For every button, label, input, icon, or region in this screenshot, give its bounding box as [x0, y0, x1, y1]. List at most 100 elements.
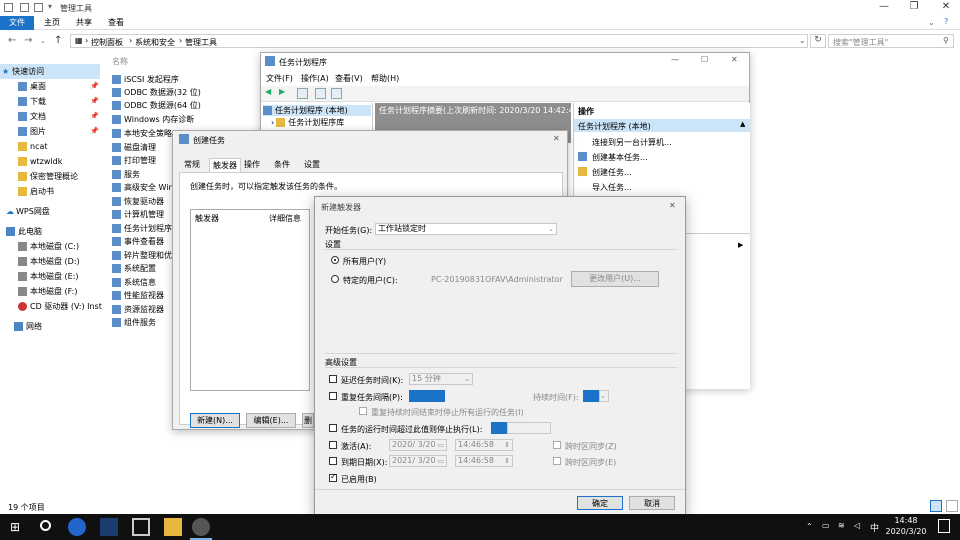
- delay-checkbox[interactable]: [329, 375, 337, 383]
- list-item[interactable]: 磁盘清理: [112, 141, 156, 154]
- nav-documents[interactable]: 文档: [18, 109, 46, 124]
- recent-icon[interactable]: ⌄: [40, 37, 46, 45]
- nav-drive-f[interactable]: 本地磁盘 (F:): [18, 284, 77, 299]
- search-input[interactable]: 搜索"管理工具" ⚲: [828, 34, 954, 48]
- menu-help[interactable]: 帮助(H): [371, 73, 399, 84]
- new-trigger-button[interactable]: 新建(N)...: [190, 413, 240, 428]
- list-item[interactable]: 计算机管理: [112, 208, 164, 221]
- duration-select[interactable]: [583, 390, 599, 402]
- list-item[interactable]: 资源监视器: [112, 303, 164, 316]
- nav-cd-drive[interactable]: CD 驱动器 (V:) Inst: [18, 299, 102, 314]
- list-item[interactable]: ODBC 数据源(32 位): [112, 86, 201, 99]
- nav-downloads[interactable]: 下载: [18, 94, 46, 109]
- ok-button[interactable]: 确定: [577, 496, 623, 510]
- browser-icon[interactable]: [68, 518, 86, 536]
- nav-ncat[interactable]: ncat: [18, 139, 48, 154]
- breadcrumb-system-security[interactable]: 系统和安全: [135, 37, 175, 48]
- list-item[interactable]: 服务: [112, 168, 140, 181]
- minimize-icon[interactable]: —: [671, 55, 679, 64]
- sync-checkbox-2[interactable]: [553, 457, 561, 465]
- nav-drive-e[interactable]: 本地磁盘 (E:): [18, 269, 79, 284]
- list-item[interactable]: 系统配置: [112, 262, 156, 275]
- action-create-basic[interactable]: 创建基本任务...: [592, 152, 648, 163]
- duration-dropdown[interactable]: ⌄: [599, 390, 609, 402]
- stop-all-checkbox[interactable]: [359, 407, 367, 415]
- nav-folder-3[interactable]: 保密管理概论: [18, 169, 78, 184]
- tree-item-local[interactable]: 任务计划程序 (本地): [263, 105, 371, 116]
- list-item[interactable]: 组件服务: [112, 316, 156, 329]
- address-bar[interactable]: ▦ › 控制面板 › 系统和安全 › 管理工具 ⌄: [70, 34, 808, 48]
- list-item[interactable]: 碎片整理和优化: [112, 249, 180, 262]
- action-import[interactable]: 导入任务...: [592, 182, 632, 193]
- col-trigger[interactable]: 触发器: [195, 213, 219, 224]
- tab-conditions[interactable]: 条件: [271, 158, 293, 172]
- ribbon-expand-icon[interactable]: ⌄: [928, 18, 935, 27]
- windows-start-icon[interactable]: ⊞: [10, 520, 20, 534]
- close-icon[interactable]: ✕: [669, 201, 676, 210]
- enabled-checkbox[interactable]: [329, 472, 337, 482]
- activate-date[interactable]: 2020/ 3/20 ▭: [389, 439, 447, 451]
- repeat-interval-select[interactable]: [409, 390, 445, 402]
- qat-dropdown-icon[interactable]: ▾: [48, 2, 52, 11]
- tab-file[interactable]: 文件: [0, 16, 34, 30]
- clock-time[interactable]: 14:48: [888, 516, 924, 525]
- tree-item-library[interactable]: › 任务计划程序库: [271, 117, 344, 128]
- expire-time[interactable]: 14:46:58 ⇕: [455, 455, 513, 467]
- activate-time[interactable]: 14:46:58 ⇕: [455, 439, 513, 451]
- cortana-icon[interactable]: [40, 520, 51, 531]
- menu-view[interactable]: 查看(V): [335, 73, 363, 84]
- tab-home[interactable]: 主页: [38, 16, 66, 30]
- help-icon[interactable]: [315, 88, 326, 99]
- network-tray-icon[interactable]: ▭: [822, 521, 830, 530]
- specific-user-radio[interactable]: [331, 275, 339, 283]
- list-item[interactable]: 系统信息: [112, 276, 156, 289]
- sync-checkbox[interactable]: [553, 441, 561, 449]
- maximize-icon[interactable]: ☐: [701, 55, 708, 64]
- list-item[interactable]: 性能监视器: [112, 289, 164, 302]
- nav-network[interactable]: 网络: [14, 319, 42, 334]
- expire-checkbox[interactable]: [329, 457, 337, 465]
- help-icon[interactable]: ?: [944, 17, 948, 26]
- chevron-right-icon[interactable]: ▶: [738, 241, 743, 249]
- nav-quick-access[interactable]: ★ 快速访问: [0, 64, 100, 79]
- action-connect[interactable]: 连接到另一台计算机...: [592, 137, 672, 148]
- stop-if-select[interactable]: [491, 422, 507, 434]
- minimize-icon[interactable]: —: [872, 1, 896, 15]
- list-item[interactable]: Windows 内存诊断: [112, 113, 194, 126]
- back-icon[interactable]: ←: [8, 35, 16, 46]
- col-detail[interactable]: 详细信息: [269, 213, 301, 224]
- tab-general[interactable]: 常规: [181, 158, 203, 172]
- action-create-task[interactable]: 创建任务...: [592, 167, 632, 178]
- clock-date[interactable]: 2020/3/20: [882, 527, 930, 536]
- volume-icon[interactable]: ◁: [854, 521, 860, 530]
- list-item[interactable]: 高级安全 Wind: [112, 181, 179, 194]
- up-icon[interactable]: ↑: [54, 35, 62, 46]
- any-user-radio[interactable]: [331, 256, 339, 264]
- breadcrumb-admin-tools[interactable]: 管理工具: [185, 37, 217, 48]
- delete-trigger-button[interactable]: 删: [302, 413, 314, 428]
- tab-share[interactable]: 共享: [70, 16, 98, 30]
- list-item[interactable]: ODBC 数据源(64 位): [112, 99, 201, 112]
- back-icon[interactable]: ◀: [265, 87, 271, 96]
- nav-wps-drive[interactable]: ☁ WPS网盘: [6, 204, 50, 219]
- properties-icon[interactable]: [20, 3, 29, 12]
- nav-wtzwldk[interactable]: wtzwldk: [18, 154, 62, 169]
- forward-icon[interactable]: ▶: [279, 87, 285, 96]
- list-item[interactable]: 本地安全策略: [112, 127, 172, 140]
- refresh-icon[interactable]: ↻: [810, 34, 826, 48]
- chevron-up-icon[interactable]: ⌃: [806, 522, 813, 531]
- console-tree-icon[interactable]: [297, 88, 308, 99]
- menu-file[interactable]: 文件(F): [266, 73, 293, 84]
- edit-trigger-button[interactable]: 编辑(E)...: [246, 413, 296, 428]
- actions-section[interactable]: 任务计划程序 (本地) ▲: [574, 119, 750, 132]
- tab-view[interactable]: 查看: [102, 16, 130, 30]
- nav-pictures[interactable]: 图片: [18, 124, 46, 139]
- cancel-button[interactable]: 取消: [629, 496, 675, 510]
- breadcrumb-control-panel[interactable]: 控制面板: [91, 37, 123, 48]
- tab-triggers[interactable]: 触发器: [209, 158, 241, 172]
- list-item[interactable]: 事件查看器: [112, 235, 164, 248]
- list-item[interactable]: iSCSI 发起程序: [112, 73, 179, 86]
- list-item[interactable]: 任务计划程序: [112, 222, 172, 235]
- forward-icon[interactable]: →: [24, 35, 32, 46]
- tab-actions[interactable]: 操作: [241, 158, 263, 172]
